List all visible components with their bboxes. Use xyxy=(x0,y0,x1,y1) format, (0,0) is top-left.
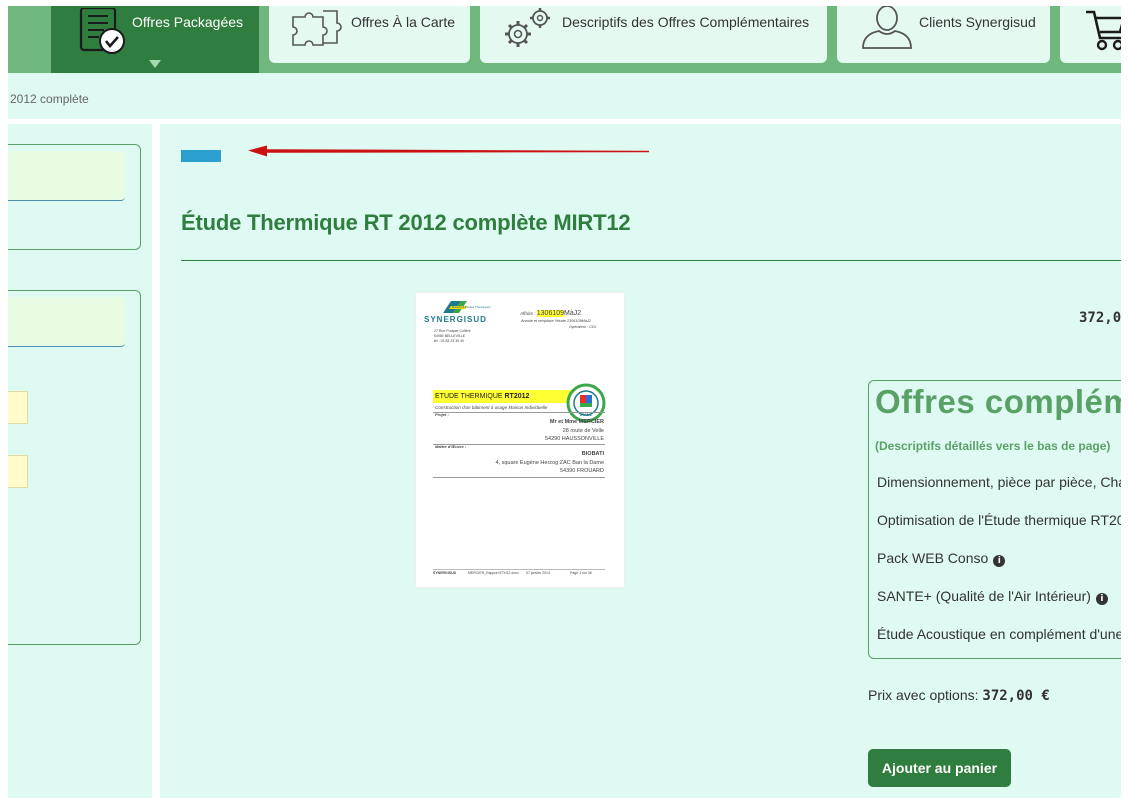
doc-footer: MERCIER_Rapport ETH12.docx xyxy=(468,571,519,575)
sidebar-panel xyxy=(8,290,141,645)
red-arrow-icon xyxy=(248,145,649,157)
option-label: Pack WEB Conso xyxy=(877,550,989,566)
top-nav: Offres Packagées Offres À la Carte Descr… xyxy=(8,6,1121,73)
doc-rule xyxy=(433,412,605,413)
options-title: Offres complémen xyxy=(875,383,1121,420)
doc-subtitle: Construction d'un bâtiment à usage Maiso… xyxy=(435,405,548,410)
active-caret-icon xyxy=(149,60,161,68)
doc-client-addr: 54290 HAUSSONVILLE xyxy=(544,436,604,442)
nav-tab-descriptifs[interactable]: Descriptifs des Offres Complémentaires xyxy=(480,6,827,63)
doc-rule xyxy=(433,477,605,478)
doc-reference: Affaire : 1306109MàJ2 xyxy=(520,310,582,317)
doc-logo-sub: Bureau d'Études Thermiques xyxy=(452,305,491,309)
info-icon[interactable]: i xyxy=(993,555,1006,567)
puzzle-icon xyxy=(292,10,342,46)
nav-tab-label: Offres À la Carte xyxy=(351,14,456,30)
checklist-icon xyxy=(79,8,125,54)
nav-tab-cart[interactable] xyxy=(1060,6,1121,63)
option-label: SANTE+ (Qualité de l'Air Intérieur) xyxy=(877,588,1091,604)
doc-footer-rule xyxy=(433,569,605,570)
info-icon[interactable]: i xyxy=(1095,593,1108,605)
sidebar-filter-checkbox[interactable] xyxy=(8,391,28,424)
browser-viewport: Offres Packagées Offres À la Carte Descr… xyxy=(8,6,1121,798)
screenshot-frame: Offres Packagées Offres À la Carte Descr… xyxy=(0,0,1129,807)
report-preview[interactable]: Bureau d'Études Thermiques SYNERGISUD 27… xyxy=(415,292,625,588)
doc-footer: 07 janvier 2014 xyxy=(526,571,550,575)
doc-label: Maître d'Œuvre : xyxy=(435,444,467,449)
option-label: Dimensionnement, pièce par pièce, Chau xyxy=(877,474,1121,490)
doc-ref-line: Opérateur : CDI xyxy=(569,325,596,329)
nav-tab-label: Clients Synergisud xyxy=(919,14,1036,30)
sidebar-filter-field[interactable] xyxy=(8,297,125,347)
doc-client-addr: 28 route de Velle xyxy=(562,428,604,434)
column-gutter xyxy=(152,124,160,798)
sidebar-filter-checkbox[interactable] xyxy=(8,455,28,488)
option-item[interactable]: Pack WEB Conso i xyxy=(877,550,1006,567)
doc-footer: SYNERGISUD xyxy=(433,571,457,575)
doc-title-band: ETUDE THERMIQUE RT2012 xyxy=(433,390,583,403)
nav-tab-label: Offres Packagées xyxy=(132,14,244,30)
doc-address: 27 Rue Prosper Colléré xyxy=(434,329,471,333)
price-with-options-label: Prix avec options: xyxy=(868,687,983,703)
doc-footer: Page 1 sur 36 xyxy=(570,571,592,575)
gears-icon xyxy=(505,8,550,47)
doc-moe-name: BIOBATI xyxy=(581,451,604,457)
price-with-options-value: 372,00 € xyxy=(982,688,1050,704)
option-item[interactable]: Étude Acoustique en complément d'une l xyxy=(877,626,1121,642)
doc-badge-icon: 2012 xyxy=(566,383,606,423)
doc-logo-text: SYNERGISUD xyxy=(424,315,487,324)
doc-moe-addr: 4, square Eugène Herzog ZAC Ban la Dame xyxy=(495,460,604,466)
add-to-cart-button[interactable]: Ajouter au panier xyxy=(868,749,1011,787)
option-item[interactable]: SANTE+ (Qualité de l'Air Intérieur) i xyxy=(877,588,1108,605)
product-title: Étude Thermique RT 2012 complète MIRT12 xyxy=(181,210,631,235)
sidebar-search-field[interactable] xyxy=(8,151,125,201)
option-label: Optimisation de l'Étude thermique RT201 xyxy=(877,512,1121,528)
doc-ref-number: 1306109 xyxy=(536,310,565,317)
sidebar-panel xyxy=(8,144,141,250)
price-with-options: Prix avec options: 372,00 € xyxy=(868,687,1050,704)
options-subtitle: (Descriptifs détaillés vers le bas de pa… xyxy=(875,439,1111,453)
option-item[interactable]: Optimisation de l'Étude thermique RT201 xyxy=(877,512,1121,528)
doc-address: tél : 03 83 23 39 40 xyxy=(434,339,464,343)
doc-address: 54960 BELLEVILLE xyxy=(434,334,466,338)
doc-label: Projet : xyxy=(435,412,449,417)
doc-ref-line: Annule et remplace l'étude 1306109MàJ1 xyxy=(521,319,591,323)
product-main: Étude Thermique RT 2012 complète MIRT12 … xyxy=(160,124,1121,798)
option-label: Étude Acoustique en complément d'une l xyxy=(877,626,1121,642)
doc-moe-addr: 54390 FROUARD xyxy=(559,468,604,474)
breadcrumb: 2012 complète xyxy=(8,79,1121,119)
product-price: 372,0 xyxy=(1079,310,1121,326)
blue-marker xyxy=(181,150,221,162)
breadcrumb-current: 2012 complète xyxy=(10,92,89,106)
nav-tab-clients[interactable]: Clients Synergisud xyxy=(837,6,1050,63)
left-sidebar xyxy=(8,124,152,798)
options-panel: Offres complémen (Descriptifs détaillés … xyxy=(868,380,1121,659)
nav-tab-label: Descriptifs des Offres Complémentaires xyxy=(562,14,810,30)
cart-icon xyxy=(1086,10,1121,51)
user-icon xyxy=(862,6,912,49)
title-divider xyxy=(181,260,1121,261)
option-item[interactable]: Dimensionnement, pièce par pièce, Chau xyxy=(877,474,1121,490)
doc-client: Mr et Mme MERCIER xyxy=(549,419,604,425)
nav-tab-offres-packagees[interactable]: Offres Packagées xyxy=(51,6,259,73)
nav-tab-offres-a-la-carte[interactable]: Offres À la Carte xyxy=(269,6,470,63)
